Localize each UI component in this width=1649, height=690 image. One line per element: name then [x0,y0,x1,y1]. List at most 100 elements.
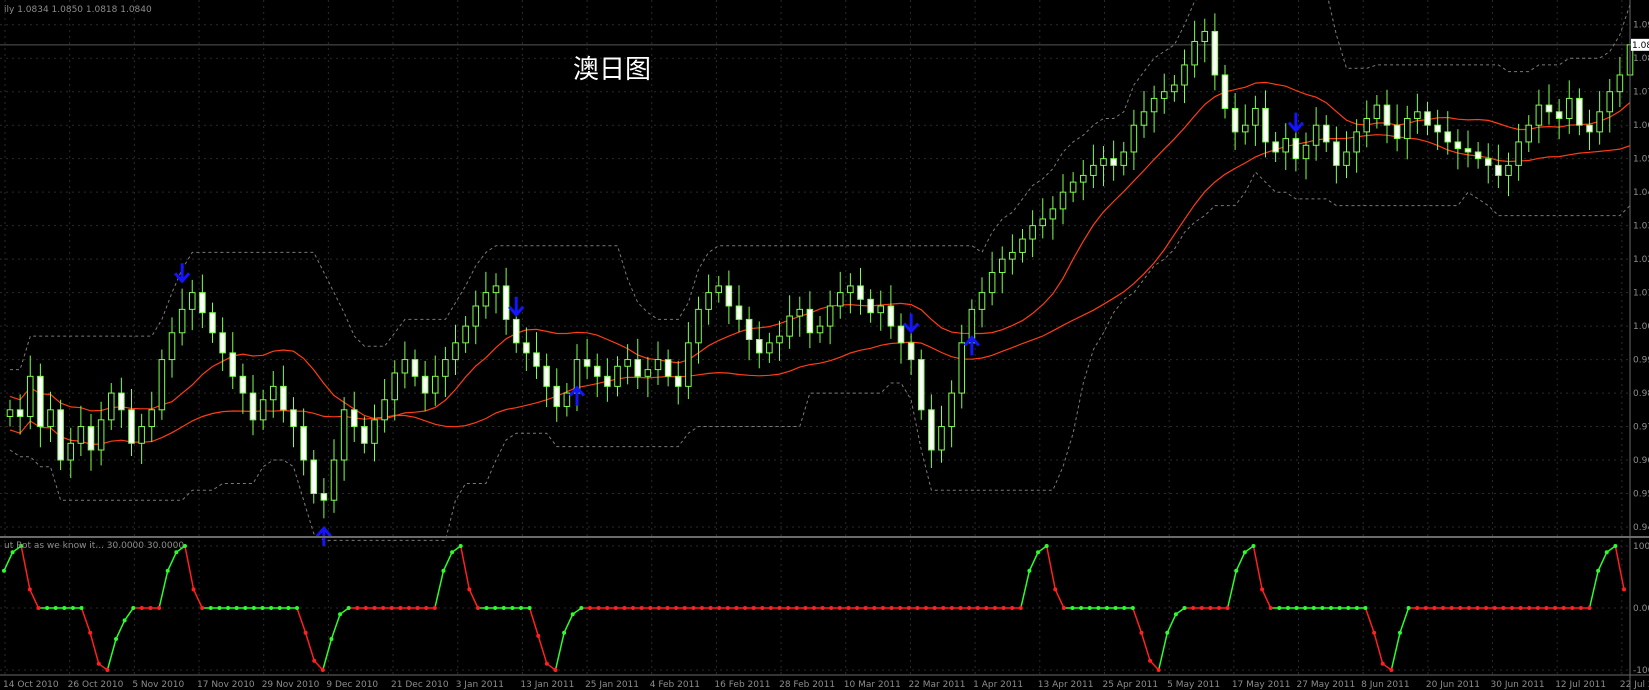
date-tick-label: 25 Jan 2011 [585,680,639,690]
candle-body [1424,111,1431,126]
oscillator-point [1622,587,1626,592]
price-tick-label: 0.97 [1633,423,1649,433]
oscillator-point [992,606,997,610]
oscillator-point [1191,606,1196,610]
candle-body [462,325,469,344]
candle-body [938,426,945,451]
oscillator-point [949,606,954,610]
oscillator-point [639,606,644,610]
oscillator-point [863,606,868,610]
oscillator-point [906,606,911,610]
date-tick-label: 30 Jun 2011 [1491,680,1545,690]
candle-body [290,409,297,428]
oscillator-point [656,606,661,610]
oscillator-info-header: ut Rot as we know it... 30.0000 30.0000 [4,541,184,551]
price-tick-label: 1.05 [1633,155,1649,165]
candle-body [674,375,682,387]
candle-body [958,342,966,394]
candle-body [1555,111,1563,119]
date-tick-label: 16 Feb 2011 [714,680,770,690]
oscillator-point [1466,606,1471,610]
oscillator-point [312,658,317,663]
candle-body [988,272,996,294]
oscillator-point [1527,606,1532,610]
date-tick-label: 25 Apr 2011 [1102,680,1158,690]
oscillator-point [967,606,972,610]
oscillator-point [251,606,256,610]
price-tag-label: 1.08 [1632,41,1649,51]
oscillator-point [1346,606,1351,610]
oscillator-point [1199,606,1204,610]
candle-body [148,409,156,428]
oscillator-point [88,630,93,635]
oscillator-point [1044,544,1049,548]
candle-body [1373,104,1381,119]
price-tick-label: 0.96 [1633,456,1649,466]
oscillator-point [725,606,730,610]
candle-body [978,292,986,310]
oscillator-point [717,606,722,610]
date-tick-label: 21 Dec 2010 [391,680,449,690]
oscillator-point [1139,630,1144,635]
oscillator-point [1587,606,1592,610]
candle-body [1272,141,1279,153]
oscillator-point [415,606,420,610]
candle-body [482,292,490,307]
oscillator-point [958,606,963,610]
oscillator-point [475,606,480,610]
oscillator-point [139,606,144,610]
candle-body [249,392,257,421]
candle-body [1120,151,1128,166]
date-tick-label: 8 Jun 2011 [1361,680,1409,690]
oscillator-point [1329,606,1334,610]
oscillator-point [1303,606,1308,610]
date-tick-label: 9 Dec 2010 [326,680,378,690]
oscillator-point [1087,606,1092,610]
oscillator-point [114,637,119,641]
candle-body [1393,124,1401,140]
candle-body [1535,104,1543,126]
candle-body [188,292,196,310]
candle-body [634,359,642,377]
oscillator-point [682,606,687,610]
candle-body [836,292,844,307]
candle-body [917,359,925,411]
candle-body [705,292,712,310]
candle-body [158,359,166,411]
oscillator-point [820,606,825,610]
date-tick-label: 13 Jan 2011 [520,680,574,690]
oscillator-point [562,630,567,635]
oscillator-point [984,606,989,610]
oscillator-point [346,606,351,610]
oscillator-point [1320,606,1325,610]
candle-body [907,342,915,361]
date-tick-label: 29 Nov 2010 [262,680,320,690]
candle-body [1495,164,1502,176]
candle-body [1383,104,1391,126]
oscillator-point [1415,606,1420,610]
candle-body [97,419,105,451]
candle-body [26,375,34,418]
date-tick-label: 13 Apr 2011 [1038,680,1094,690]
candle-body [269,385,277,401]
candle-body [1282,138,1290,153]
oscillator-point [794,606,799,610]
candle-body [593,365,601,377]
candle-body [826,305,834,327]
oscillator-point [544,661,549,666]
candle-body [1059,191,1067,210]
oscillator-point [1380,661,1385,666]
oscillator-point [329,637,334,641]
candle-body [320,493,328,501]
oscillator-point [1225,606,1230,610]
oscillator-point [96,661,101,666]
candle-body [1444,131,1452,143]
candle-body [47,409,54,428]
date-tick-label: 28 Feb 2011 [779,680,835,690]
oscillator-point [243,606,248,610]
candle-body [1596,111,1603,133]
candle-body [543,365,550,387]
candle-body [847,285,854,294]
candle-body [624,359,631,367]
candle-body [421,375,429,394]
